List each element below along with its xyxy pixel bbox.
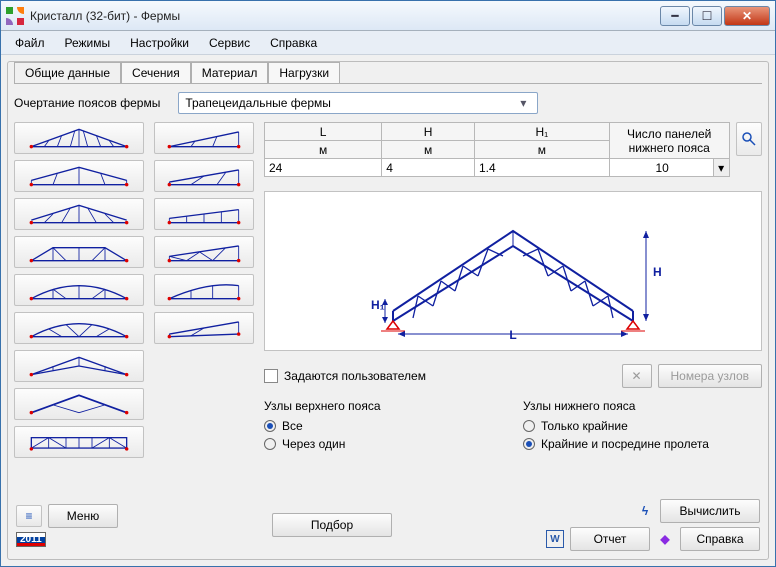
bottom-chord-label: Узлы нижнего пояса xyxy=(523,399,762,413)
bottom-chord-group: Узлы нижнего пояса Только крайние Крайни… xyxy=(523,399,762,453)
tab-strip: Общие данные Сечения Материал Нагрузки xyxy=(14,62,762,84)
truss-shape-9[interactable] xyxy=(14,426,144,458)
truss-shape-12[interactable] xyxy=(154,198,254,230)
window-title: Кристалл (32-бит) - Фермы xyxy=(30,9,660,23)
chevron-down-icon: ▾ xyxy=(515,96,531,110)
unit-H1: м xyxy=(474,141,609,159)
menu-file[interactable]: Файл xyxy=(7,34,53,52)
tab-general[interactable]: Общие данные xyxy=(14,62,121,84)
truss-shape-13[interactable] xyxy=(154,236,254,268)
help-button[interactable]: Справка xyxy=(680,527,760,551)
radio-top-all[interactable]: Все xyxy=(264,417,503,435)
truss-shape-11[interactable] xyxy=(154,160,254,192)
titlebar: Кристалл (32-бит) - Фермы ━ ☐ ✕ xyxy=(1,1,775,31)
truss-shape-8[interactable] xyxy=(14,388,144,420)
radio-bot-ends-mid[interactable]: Крайние и посредине пролета xyxy=(523,435,762,453)
menu-button[interactable]: Меню xyxy=(48,504,118,528)
truss-shape-7[interactable] xyxy=(14,350,144,382)
truss-shape-14[interactable] xyxy=(154,274,254,306)
year-badge: 2011 xyxy=(16,532,46,547)
user-defined-checkbox[interactable]: Задаются пользователем xyxy=(264,369,426,384)
truss-shape-2[interactable] xyxy=(14,160,144,192)
app-window: Кристалл (32-бит) - Фермы ━ ☐ ✕ Файл Реж… xyxy=(0,0,776,567)
nodes-number-button: Номера узлов xyxy=(658,364,763,388)
tab-material[interactable]: Материал xyxy=(191,62,269,84)
menu-modes[interactable]: Режимы xyxy=(57,34,119,52)
truss-shape-15[interactable] xyxy=(154,312,254,344)
col-panels: Число панелей нижнего пояса xyxy=(609,123,729,159)
truss-shape-3[interactable] xyxy=(14,198,144,230)
unit-L: м xyxy=(265,141,382,159)
truss-shape-4[interactable] xyxy=(14,236,144,268)
minimize-button[interactable]: ━ xyxy=(660,6,690,26)
zoom-button[interactable] xyxy=(736,122,762,156)
radio-bot-ends[interactable]: Только крайние xyxy=(523,417,762,435)
maximize-button[interactable]: ☐ xyxy=(692,6,722,26)
truss-shape-1[interactable] xyxy=(14,122,144,154)
top-chord-label: Узлы верхнего пояса xyxy=(264,399,503,413)
truss-diagram: L H H₁ xyxy=(264,191,762,351)
menu-help[interactable]: Справка xyxy=(262,34,325,52)
col-H: H xyxy=(382,123,475,141)
truss-type-combo[interactable]: Трапецеидальные фермы ▾ xyxy=(178,92,538,114)
tab-sections[interactable]: Сечения xyxy=(121,62,191,84)
input-H1[interactable]: 1.4 xyxy=(474,159,609,177)
input-panels[interactable]: 10▾ xyxy=(609,159,729,177)
outline-label: Очертание поясов фермы xyxy=(14,96,160,110)
truss-type-value: Трапецеидальные фермы xyxy=(185,96,331,110)
menu-icon: ≡ xyxy=(25,509,32,523)
podbor-button[interactable]: Подбор xyxy=(272,513,392,537)
word-icon: W xyxy=(546,530,564,548)
close-button[interactable]: ✕ xyxy=(724,6,770,26)
book-icon: ◆ xyxy=(656,530,674,548)
parameter-table: L H H₁ Число панелей нижнего пояса м м м xyxy=(264,122,730,177)
col-H1: H₁ xyxy=(474,123,609,141)
top-chord-group: Узлы верхнего пояса Все Через один xyxy=(264,399,503,453)
truss-shape-5[interactable] xyxy=(14,274,144,306)
truss-shape-10[interactable] xyxy=(154,122,254,154)
menubar: Файл Режимы Настройки Сервис Справка xyxy=(1,31,775,55)
nodes-icon-button: ✕ xyxy=(622,364,652,388)
truss-shape-6[interactable] xyxy=(14,312,144,344)
tab-loads[interactable]: Нагрузки xyxy=(268,62,340,84)
radio-top-every-other[interactable]: Через один xyxy=(264,435,503,453)
menu-service[interactable]: Сервис xyxy=(201,34,258,52)
input-L[interactable]: 24 xyxy=(265,159,382,177)
chevron-down-icon: ▾ xyxy=(713,159,729,176)
report-button[interactable]: Отчет xyxy=(570,527,650,551)
app-icon xyxy=(6,7,24,25)
calculate-button[interactable]: Вычислить xyxy=(660,499,760,523)
svg-text:H: H xyxy=(653,265,662,279)
menu-icon-button[interactable]: ≡ xyxy=(16,505,42,527)
col-L: L xyxy=(265,123,382,141)
menu-settings[interactable]: Настройки xyxy=(122,34,197,52)
unit-H: м xyxy=(382,141,475,159)
lightning-icon: ϟ xyxy=(636,502,654,520)
input-H[interactable]: 4 xyxy=(382,159,475,177)
